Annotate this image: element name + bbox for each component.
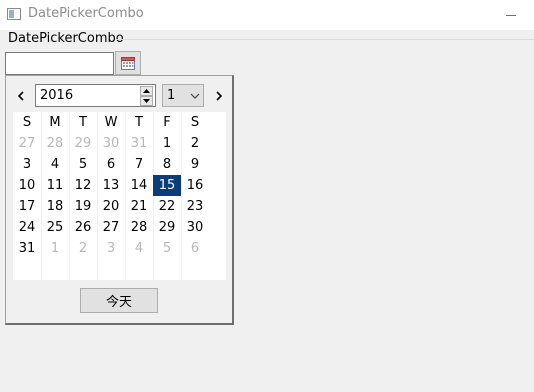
month-value: 1 xyxy=(167,88,176,103)
day-cell[interactable]: 28 xyxy=(41,133,69,154)
group-divider xyxy=(116,39,534,40)
day-cell[interactable]: 19 xyxy=(69,196,97,217)
day-cell[interactable]: 17 xyxy=(13,196,41,217)
day-cell[interactable]: 10 xyxy=(13,175,41,196)
day-cell[interactable]: 6 xyxy=(97,154,125,175)
day-cell[interactable]: 14 xyxy=(125,175,153,196)
day-cell[interactable]: 2 xyxy=(181,133,209,154)
day-cell-selected[interactable]: 15 xyxy=(153,175,181,196)
day-cell[interactable]: 24 xyxy=(13,217,41,238)
day-cell[interactable]: 3 xyxy=(97,238,125,259)
day-cell[interactable]: 4 xyxy=(125,238,153,259)
year-decrement-button[interactable] xyxy=(140,96,153,106)
day-cell[interactable]: 27 xyxy=(97,217,125,238)
day-cell[interactable]: 31 xyxy=(13,238,41,259)
day-cell[interactable]: 22 xyxy=(153,196,181,217)
calendar-popup: 2016 1 S M T W T F S 27 28 29 30 31 1 2 3 4 5 6 7 8 9 10 11 12 1… xyxy=(5,75,234,325)
day-cell[interactable]: 23 xyxy=(181,196,209,217)
day-cell[interactable]: 30 xyxy=(97,133,125,154)
day-cell[interactable]: 7 xyxy=(125,154,153,175)
prev-month-button[interactable] xyxy=(14,87,28,105)
year-spinbox[interactable]: 2016 xyxy=(35,84,156,107)
calendar-grid: S M T W T F S 27 28 29 30 31 1 2 3 4 5 6 7 8 9 10 11 12 13 14 15 16… xyxy=(13,112,226,280)
day-cell[interactable]: 12 xyxy=(69,175,97,196)
date-input[interactable] xyxy=(5,52,114,75)
title-bar: DatePickerCombo xyxy=(0,0,534,30)
day-cell[interactable]: 31 xyxy=(125,133,153,154)
weekday-header: S xyxy=(22,115,32,130)
day-cell[interactable]: 25 xyxy=(41,217,69,238)
weekday-header: T xyxy=(135,115,143,130)
day-cell[interactable]: 5 xyxy=(153,238,181,259)
next-month-button[interactable] xyxy=(212,87,226,105)
day-cell[interactable]: 16 xyxy=(181,175,209,196)
calendar-dropdown-button[interactable] xyxy=(115,51,141,75)
month-dropdown[interactable]: 1 xyxy=(162,84,204,107)
day-cell[interactable]: 26 xyxy=(69,217,97,238)
day-cell[interactable]: 6 xyxy=(181,238,209,259)
year-value: 2016 xyxy=(40,88,74,103)
day-cell[interactable]: 5 xyxy=(69,154,97,175)
window-icon xyxy=(7,8,21,20)
day-cell[interactable]: 21 xyxy=(125,196,153,217)
weekday-header: M xyxy=(49,115,61,130)
chevron-left-icon xyxy=(17,91,24,101)
datepicker-group-label: DatePickerCombo xyxy=(8,31,124,46)
day-cell[interactable]: 29 xyxy=(69,133,97,154)
day-cell[interactable]: 30 xyxy=(181,217,209,238)
day-cell[interactable]: 29 xyxy=(153,217,181,238)
chevron-right-icon xyxy=(216,91,223,101)
calendar-icon xyxy=(121,57,135,70)
day-cell[interactable]: 3 xyxy=(13,154,41,175)
weekday-header: F xyxy=(163,115,171,130)
day-cell[interactable]: 13 xyxy=(97,175,125,196)
day-cell[interactable]: 1 xyxy=(153,133,181,154)
day-cell[interactable]: 18 xyxy=(41,196,69,217)
chevron-down-icon xyxy=(190,93,200,99)
triangle-down-icon xyxy=(143,99,150,103)
day-cell[interactable]: 20 xyxy=(97,196,125,217)
minimize-icon xyxy=(506,14,516,16)
day-cell[interactable]: 27 xyxy=(13,133,41,154)
day-cell[interactable]: 8 xyxy=(153,154,181,175)
day-cell[interactable]: 11 xyxy=(41,175,69,196)
weekday-header: S xyxy=(190,115,200,130)
weekday-header: T xyxy=(79,115,87,130)
weekday-header: W xyxy=(104,115,118,130)
triangle-up-icon xyxy=(143,89,150,93)
day-cell[interactable]: 1 xyxy=(41,238,69,259)
day-cell[interactable]: 2 xyxy=(69,238,97,259)
day-cell[interactable]: 28 xyxy=(125,217,153,238)
today-button[interactable]: 今天 xyxy=(80,288,158,313)
day-cell[interactable]: 9 xyxy=(181,154,209,175)
year-increment-button[interactable] xyxy=(140,86,153,96)
window-title: DatePickerCombo xyxy=(28,6,144,21)
minimize-button[interactable] xyxy=(496,0,526,30)
day-cell[interactable]: 4 xyxy=(41,154,69,175)
